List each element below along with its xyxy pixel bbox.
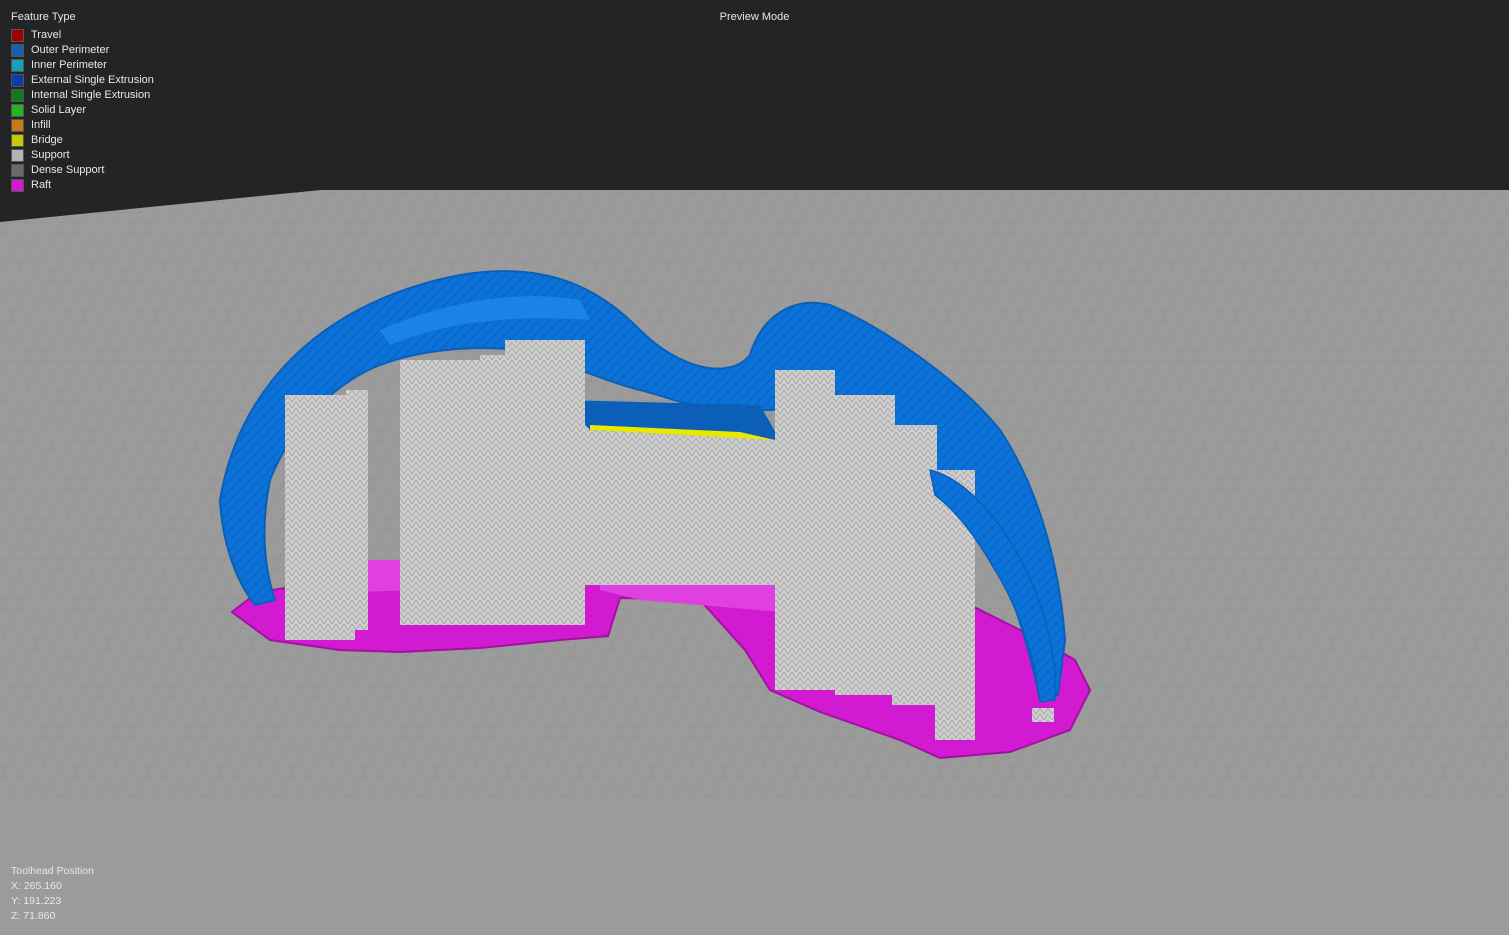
legend-item-solid-layer: Solid Layer <box>11 103 154 118</box>
toolhead-x: X: 265.160 <box>11 880 62 892</box>
legend-swatch-dense-support <box>11 164 24 177</box>
legend-swatch-infill <box>11 119 24 132</box>
legend-swatch-inner-perimeter <box>11 59 24 72</box>
legend-item-support: Support <box>11 148 154 163</box>
legend-swatch-internal-single-extrusion <box>11 89 24 102</box>
legend-item-infill: Infill <box>11 118 154 133</box>
legend-item-dense-support: Dense Support <box>11 163 154 178</box>
toolhead-title: Toolhead Position <box>11 865 94 877</box>
legend-swatch-travel <box>11 29 24 42</box>
support-back <box>585 425 775 585</box>
legend-item-raft: Raft <box>11 178 154 193</box>
legend-item-internal-single-extrusion: Internal Single Extrusion <box>11 88 154 103</box>
legend-swatch-outer-perimeter <box>11 44 24 57</box>
feature-type-legend: Feature Type Travel Outer Perimeter Inne… <box>11 10 154 193</box>
legend-item-travel: Travel <box>11 28 154 43</box>
toolhead-y: Y: 191.223 <box>11 895 62 907</box>
legend-item-outer-perimeter: Outer Perimeter <box>11 43 154 58</box>
preview-mode-label: Preview Mode <box>719 11 790 23</box>
legend-item-bridge: Bridge <box>11 133 154 148</box>
3d-viewport[interactable] <box>0 0 1509 935</box>
legend-item-inner-perimeter: Inner Perimeter <box>11 58 154 73</box>
toolhead-z: Z: 71.860 <box>11 910 56 922</box>
legend-item-external-single-extrusion: External Single Extrusion <box>11 73 154 88</box>
legend-swatch-support <box>11 149 24 162</box>
legend-swatch-raft <box>11 179 24 192</box>
legend-swatch-external-single-extrusion <box>11 74 24 87</box>
legend-swatch-bridge <box>11 134 24 147</box>
toolhead-position-readout: Toolhead Position X: 265.160 Y: 191.223 … <box>11 864 94 924</box>
legend-swatch-solid-layer <box>11 104 24 117</box>
